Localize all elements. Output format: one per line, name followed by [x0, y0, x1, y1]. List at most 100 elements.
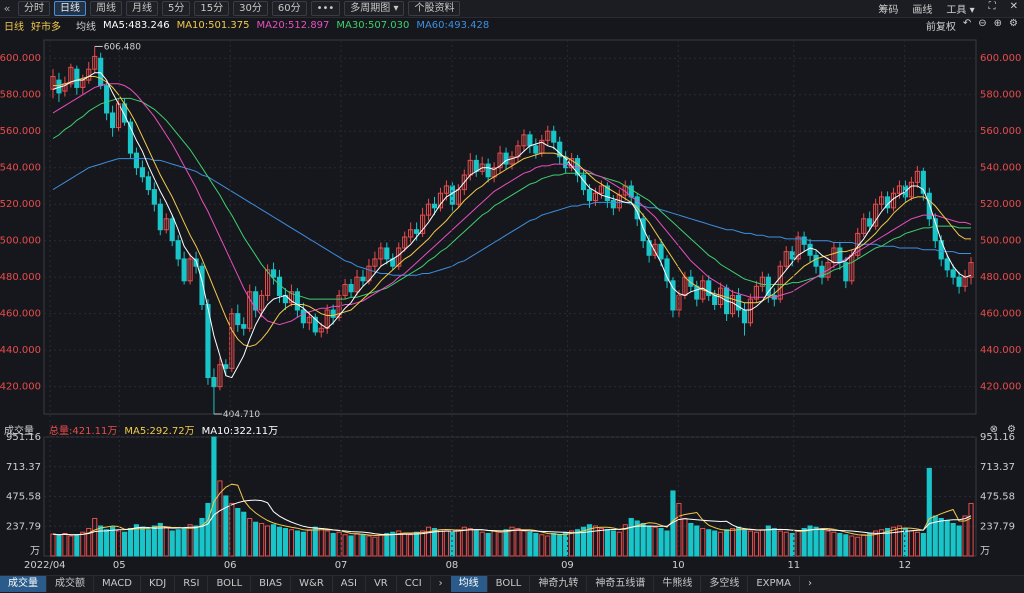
- volume-bar: [253, 521, 259, 557]
- ma20-line: [52, 83, 972, 326]
- candle-body: [712, 294, 718, 306]
- price-tick-left: 420.000: [0, 382, 41, 393]
- volume-bar: [330, 532, 336, 557]
- draw-line-button[interactable]: 画线: [912, 1, 932, 16]
- candle-body: [950, 269, 956, 278]
- volume-bar: [193, 525, 199, 557]
- candle-body: [104, 85, 110, 114]
- tab-rsi[interactable]: RSI: [175, 576, 209, 592]
- volume-bar: [187, 524, 193, 557]
- close-icon[interactable]: ✕: [1010, 1, 1018, 16]
- tab-bull-bear[interactable]: 牛熊线: [654, 576, 702, 592]
- price-tick-right: 460.000: [980, 309, 1021, 320]
- candle-body: [926, 192, 932, 220]
- tab-vr[interactable]: VR: [366, 576, 397, 592]
- period-button-month[interactable]: 月线: [126, 1, 158, 16]
- indicator-tabs: 成交量 成交额 MACD KDJ RSI BOLL BIAS W&R ASI V…: [0, 575, 1024, 593]
- zoom-in-icon[interactable]: ⊕: [994, 18, 1002, 33]
- ma60-line: [52, 158, 971, 276]
- period-button-30min[interactable]: 30分: [233, 1, 268, 16]
- tab-asi[interactable]: ASI: [333, 576, 366, 592]
- tab-ma[interactable]: 均线: [450, 576, 488, 592]
- price-tick-right: 420.000: [980, 382, 1021, 393]
- period-button-week[interactable]: 周线: [90, 1, 122, 16]
- close-volume-icon[interactable]: ⊗: [990, 424, 998, 435]
- candle-body: [759, 276, 765, 287]
- volume-bar: [74, 534, 80, 557]
- volume-bar: [443, 530, 450, 557]
- multi-period-dropdown[interactable]: 多周期图 ▾: [344, 1, 405, 16]
- candle-body: [229, 313, 235, 369]
- candle-body: [294, 291, 300, 311]
- collapse-left-icon[interactable]: «: [0, 2, 14, 15]
- candle-body: [729, 294, 736, 315]
- period-button-60min[interactable]: 60分: [271, 1, 307, 16]
- tabs-next-icon[interactable]: ›: [431, 576, 451, 592]
- candle-body: [598, 185, 605, 194]
- candle-body: [908, 181, 914, 198]
- volume-bar: [121, 531, 128, 557]
- volume-bar: [86, 527, 92, 557]
- tab-wr[interactable]: W&R: [291, 576, 333, 592]
- more-periods-button[interactable]: •••: [310, 1, 341, 16]
- zoom-out-icon[interactable]: ⊖: [978, 18, 986, 33]
- volume-bar: [867, 532, 873, 557]
- adjust-mode-button[interactable]: 前复权: [926, 18, 956, 33]
- tab-expma[interactable]: EXPMA: [748, 576, 801, 592]
- tabs-more-icon[interactable]: ›: [800, 576, 820, 592]
- volume-bar: [270, 524, 277, 557]
- tab-boll-main[interactable]: BOLL: [488, 576, 531, 592]
- tab-cci[interactable]: CCI: [397, 576, 431, 592]
- tab-five-lines[interactable]: 神奇五线谱: [587, 576, 655, 592]
- tab-macd[interactable]: MACD: [94, 576, 141, 592]
- volume-bar: [223, 495, 229, 557]
- volume-settings-icon[interactable]: ⚙: [1007, 424, 1016, 435]
- volume-bar: [259, 522, 265, 557]
- volume-bar: [908, 530, 914, 557]
- candle-body: [265, 269, 271, 296]
- period-button-day[interactable]: 日线: [54, 1, 86, 16]
- chips-button[interactable]: 筹码: [878, 1, 898, 16]
- volume-bar: [747, 530, 754, 557]
- tab-turnover[interactable]: 成交额: [47, 576, 94, 592]
- candle-body: [223, 364, 229, 369]
- candle-body: [181, 258, 187, 282]
- volume-bar: [795, 530, 801, 557]
- tab-bias[interactable]: BIAS: [251, 576, 292, 592]
- volume-bar: [914, 531, 920, 557]
- candle-body: [390, 258, 396, 267]
- tab-td9[interactable]: 神奇九转: [530, 576, 588, 592]
- tools-dropdown[interactable]: 工具 ▾: [946, 1, 974, 16]
- candle-body: [896, 185, 903, 194]
- volume-label[interactable]: 成交量: [4, 422, 34, 437]
- volume-bar: [926, 467, 932, 557]
- tab-volume[interactable]: 成交量: [0, 576, 47, 592]
- candle-body: [664, 258, 670, 282]
- settings-icon[interactable]: ⚙: [1009, 18, 1018, 33]
- stock-profile-button[interactable]: 个股资料: [408, 1, 461, 16]
- tab-long-short[interactable]: 多空线: [701, 576, 749, 592]
- period-button-minute[interactable]: 分时: [18, 1, 50, 16]
- x-tick-label: 08: [446, 560, 459, 571]
- candle-body: [813, 254, 819, 267]
- volume-bar: [348, 535, 354, 557]
- volume-bar: [634, 520, 640, 557]
- candle-body: [205, 304, 211, 379]
- volume-bar: [956, 525, 962, 557]
- candle-body: [324, 309, 330, 329]
- candle-body: [98, 57, 104, 87]
- tab-kdj[interactable]: KDJ: [141, 576, 176, 592]
- volume-bar: [533, 532, 539, 557]
- undo-icon[interactable]: ↶: [963, 18, 971, 33]
- candle-body: [360, 276, 366, 282]
- tab-boll[interactable]: BOLL: [208, 576, 252, 592]
- period-button-15min[interactable]: 15分: [194, 1, 230, 16]
- volume-bar: [455, 529, 461, 557]
- candle-body: [914, 170, 920, 183]
- volume-bar: [843, 534, 849, 557]
- indicator-label[interactable]: 均线: [76, 18, 96, 33]
- period-button-5min[interactable]: 5分: [162, 1, 191, 16]
- volume-bar: [449, 531, 455, 557]
- fullscreen-icon[interactable]: ⛶: [989, 1, 996, 16]
- volume-bar: [765, 525, 771, 557]
